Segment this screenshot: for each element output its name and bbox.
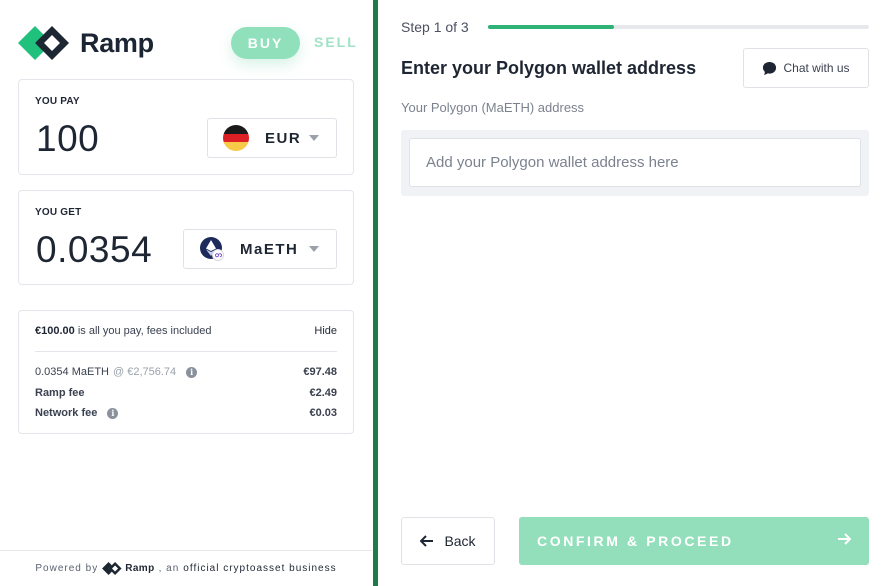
step-indicator: Step 1 of 3 <box>401 19 469 35</box>
polygon-eth-icon <box>200 237 224 261</box>
footer-brand[interactable]: Ramp <box>102 562 154 575</box>
pay-currency-select[interactable]: EUR <box>207 118 337 158</box>
fee-row-value: €0.03 <box>309 407 337 419</box>
chevron-down-icon <box>309 246 319 252</box>
ramp-logo-text: Ramp <box>80 27 154 58</box>
widget-left-panel: Ramp BUY SELL YOU PAY 100 EUR YOU GET 0.… <box>0 0 372 586</box>
fee-row-ramp: Ramp fee €2.49 <box>35 387 337 399</box>
back-button-label: Back <box>444 533 476 549</box>
chat-bubble-icon <box>763 61 777 75</box>
official-business-link[interactable]: official cryptoasset business <box>183 563 336 574</box>
footer-middle: , an <box>158 563 180 574</box>
fee-row-value: €97.48 <box>303 366 337 378</box>
fee-row-label: Ramp fee <box>35 387 85 399</box>
address-field-label: Your Polygon (MaETH) address <box>401 100 585 115</box>
panel-divider <box>373 0 378 586</box>
back-button[interactable]: Back <box>401 517 495 565</box>
fees-divider <box>35 351 337 352</box>
powered-by-footer: Powered by Ramp , an official cryptoasse… <box>0 550 372 586</box>
get-asset-code: MaETH <box>240 240 299 258</box>
ramp-logo-icon <box>18 26 70 60</box>
you-get-card: YOU GET 0.0354 MaETH <box>18 190 354 285</box>
fees-summary-text: is all you pay, fees included <box>74 325 212 337</box>
page-title: Enter your Polygon wallet address <box>401 58 697 78</box>
fees-breakdown: €100.00 is all you pay, fees included Hi… <box>18 310 354 434</box>
germany-flag-icon <box>223 125 249 151</box>
tab-buy[interactable]: BUY <box>231 27 300 59</box>
confirm-button-label: CONFIRM & PROCEED <box>537 533 734 549</box>
exchange-rate: @ €2,756.74 <box>112 366 177 378</box>
fees-total: €100.00 <box>35 325 75 337</box>
fee-row-label: Network fee <box>35 407 98 419</box>
ramp-logo-icon <box>102 562 122 575</box>
confirm-proceed-button[interactable]: CONFIRM & PROCEED <box>519 517 869 565</box>
pay-amount-input[interactable]: 100 <box>36 118 99 160</box>
chevron-down-icon <box>309 135 319 141</box>
ramp-logo: Ramp <box>18 26 154 60</box>
hide-fees-link[interactable]: Hide <box>314 325 337 337</box>
step-progress-fill <box>488 25 614 29</box>
fee-row-label: 0.0354 MaETH <box>35 366 109 378</box>
fee-row-network: Network fee i €0.03 <box>35 407 337 419</box>
arrow-right-icon <box>837 532 852 550</box>
get-asset-select[interactable]: MaETH <box>183 229 337 269</box>
step-progress-bar <box>488 25 869 29</box>
chat-button-label: Chat with us <box>783 61 850 75</box>
get-amount-value[interactable]: 0.0354 <box>36 229 152 271</box>
you-get-label: YOU GET <box>35 207 82 218</box>
arrow-left-icon <box>420 535 434 547</box>
tab-sell[interactable]: SELL <box>314 34 358 50</box>
chat-with-us-button[interactable]: Chat with us <box>743 48 869 88</box>
info-icon[interactable]: i <box>186 366 198 378</box>
address-field-container <box>401 130 869 196</box>
fee-row-value: €2.49 <box>309 387 337 399</box>
you-pay-label: YOU PAY <box>35 96 80 107</box>
fees-summary: €100.00 is all you pay, fees included <box>35 325 212 337</box>
footer-brand-name: Ramp <box>125 563 155 574</box>
info-icon[interactable]: i <box>107 407 119 419</box>
powered-by-text: Powered by <box>35 563 99 574</box>
pay-currency-code: EUR <box>265 129 302 147</box>
fee-row-asset: 0.0354 MaETH @ €2,756.74 i €97.48 <box>35 366 337 378</box>
wallet-address-input[interactable] <box>409 138 861 187</box>
you-pay-card: YOU PAY 100 EUR <box>18 79 354 175</box>
